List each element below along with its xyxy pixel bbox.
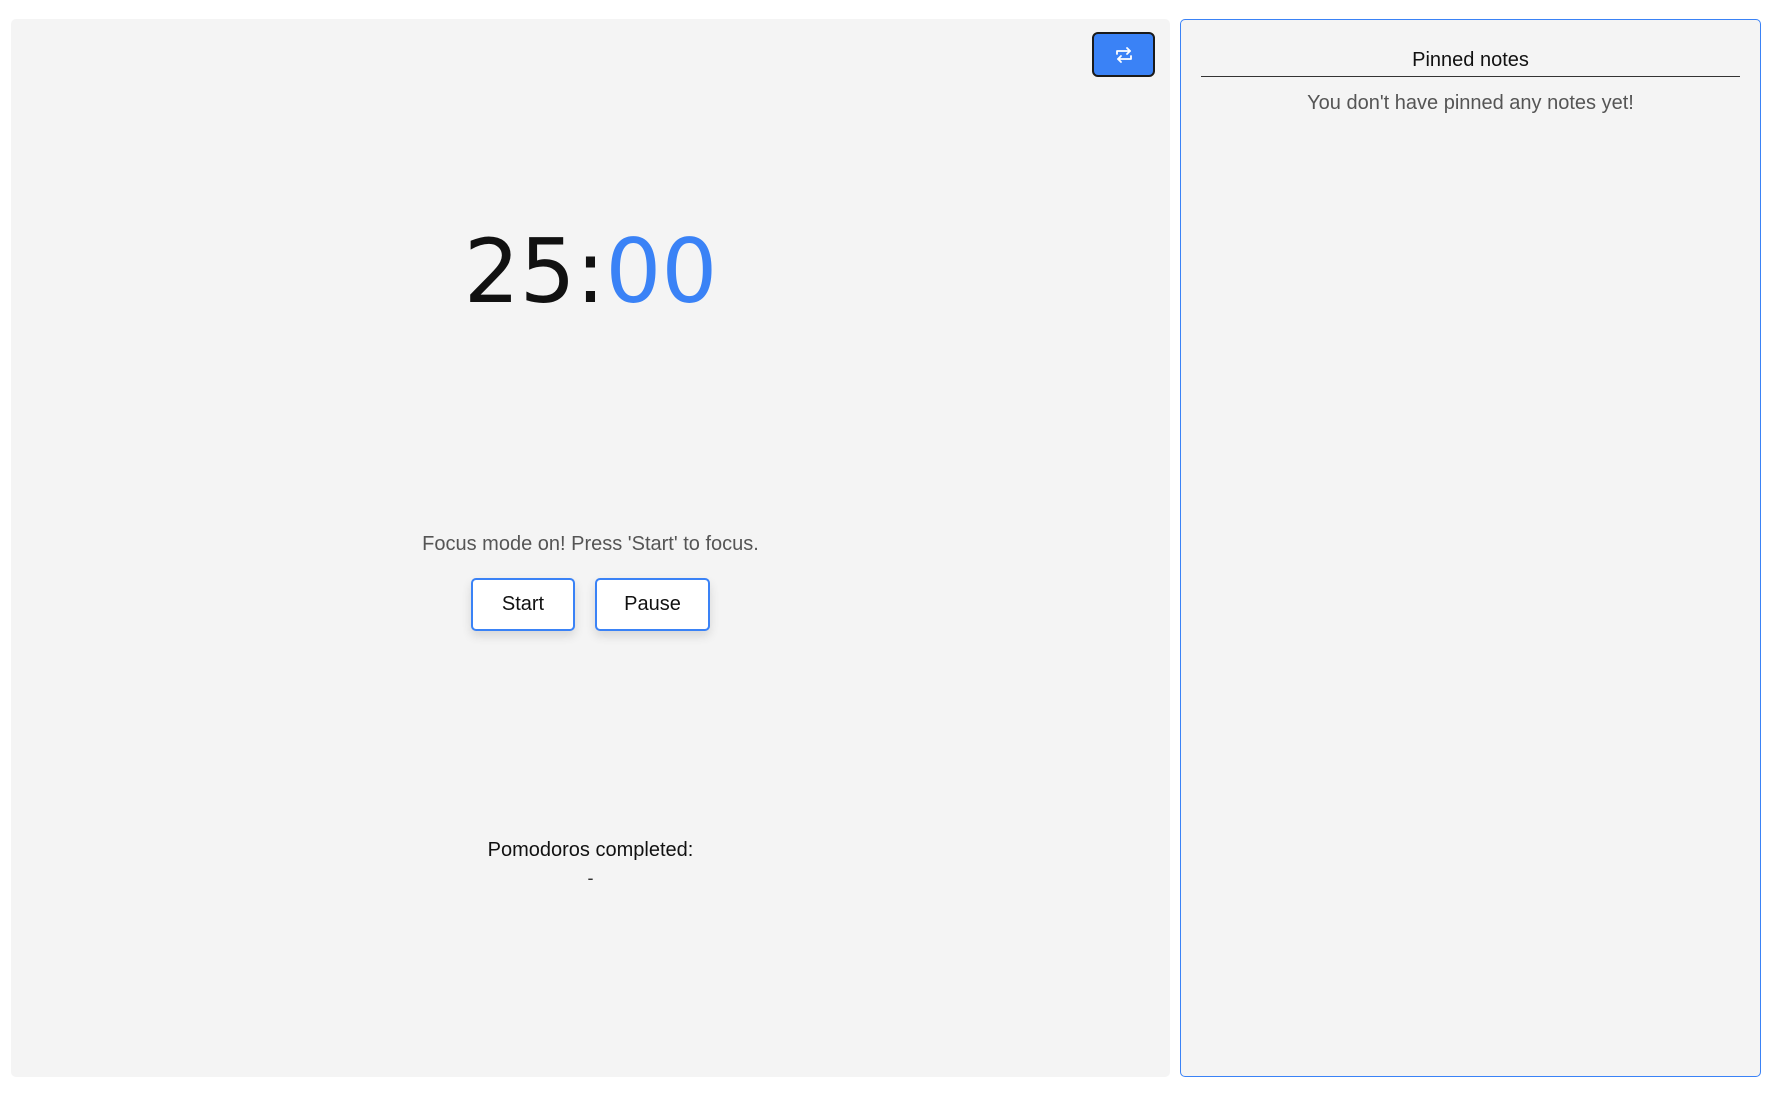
- pinned-notes-empty-message: You don't have pinned any notes yet!: [1307, 92, 1634, 114]
- pinned-notes-panel: Pinned notes You don't have pinned any n…: [1180, 19, 1761, 1077]
- repeat-icon: [1114, 46, 1134, 64]
- pomodoros-completed-label: Pomodoros completed:: [487, 839, 694, 861]
- status-message: Focus mode on! Press 'Start' to focus.: [422, 533, 759, 555]
- pomodoros-completed-count: -: [587, 868, 594, 888]
- timer-minutes: 25: [463, 220, 576, 323]
- mode-toggle-button[interactable]: [1092, 32, 1155, 77]
- timer-seconds: 00: [605, 220, 718, 323]
- start-button[interactable]: Start: [471, 578, 575, 631]
- timer-display: 25:00: [11, 217, 1170, 327]
- pause-button[interactable]: Pause: [595, 578, 710, 631]
- pinned-notes-title: Pinned notes: [1412, 49, 1529, 71]
- timer-controls: Start Pause: [11, 578, 1170, 631]
- timer-separator: :: [575, 220, 606, 323]
- timer-panel: 25:00 Focus mode on! Press 'Start' to fo…: [11, 19, 1170, 1077]
- pinned-notes-divider: [1201, 76, 1740, 77]
